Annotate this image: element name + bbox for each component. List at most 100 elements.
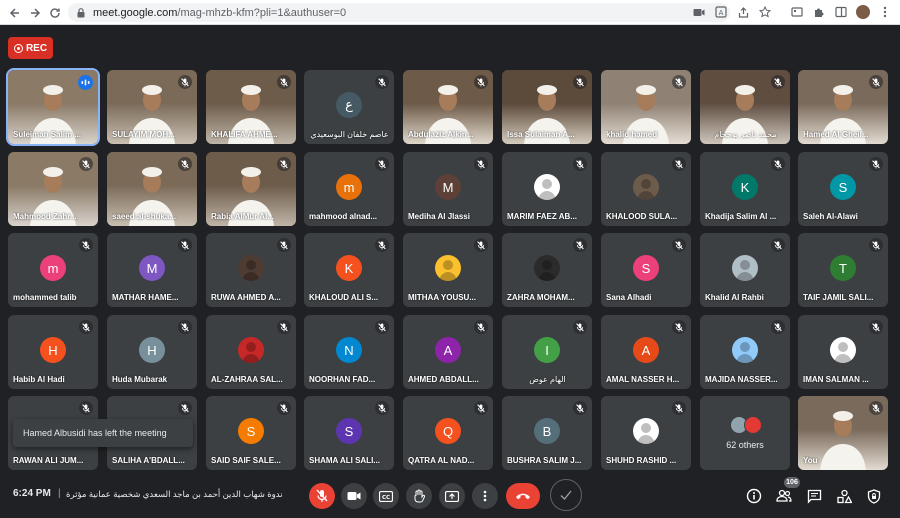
participant-avatar: N	[336, 337, 362, 363]
participant-avatar-photo	[238, 255, 264, 281]
people-button[interactable]	[774, 486, 794, 506]
participant-tile[interactable]: saeed al-shuka...	[107, 152, 197, 226]
participant-name: TAIF JAMIL SALI...	[803, 293, 874, 302]
extensions-icon[interactable]	[810, 3, 828, 21]
profile-avatar[interactable]	[854, 3, 872, 21]
participant-tile[interactable]: Khalid Al Rahbi	[700, 233, 790, 307]
participant-name: SULAYIM MOH...	[112, 130, 175, 139]
participant-tile[interactable]: MAJIDA NASSER...	[700, 315, 790, 389]
checkmark-button[interactable]	[550, 479, 582, 511]
participant-tile[interactable]: S Sana Alhadi	[601, 233, 691, 307]
participant-avatar: K	[336, 255, 362, 281]
participant-tile[interactable]: m mohammed talib	[8, 233, 98, 307]
muted-mic-icon	[178, 157, 192, 171]
share-icon[interactable]	[734, 3, 752, 21]
chat-button[interactable]	[804, 486, 824, 506]
participant-tile[interactable]: Hamed Al Gheil...	[798, 70, 888, 144]
participant-tile[interactable]: MITHAA YOUSU...	[403, 233, 493, 307]
participant-name: Huda Mubarak	[112, 375, 168, 384]
host-controls-button[interactable]	[864, 486, 884, 506]
microphone-toggle-button[interactable]	[309, 483, 335, 509]
participant-tile[interactable]: m mahmood alnad...	[304, 152, 394, 226]
participant-name: MAJIDA NASSER...	[705, 375, 778, 384]
participant-name: محمد ناصر بوحجام	[714, 130, 777, 139]
participant-avatar: S	[238, 418, 264, 444]
participant-name: BUSHRA SALIM J...	[507, 456, 582, 465]
split-view-icon[interactable]	[832, 3, 850, 21]
participant-tile[interactable]: M MATHAR HAME...	[107, 233, 197, 307]
muted-mic-icon	[375, 320, 389, 334]
people-icon	[776, 489, 792, 502]
camera-toggle-button[interactable]	[341, 483, 367, 509]
tab-search-icon[interactable]	[788, 3, 806, 21]
participant-tile[interactable]: Abdulaziz Alkin...	[403, 70, 493, 144]
participant-tile[interactable]: AL-ZAHRAA SAL...	[206, 315, 296, 389]
participant-tile[interactable]: 62 others	[700, 396, 790, 470]
participant-avatar-photo	[534, 255, 560, 281]
participant-tile[interactable]: S SHAMA ALI SALI...	[304, 396, 394, 470]
raise-hand-button[interactable]	[406, 483, 432, 509]
participant-tile[interactable]: محمد ناصر بوحجام	[700, 70, 790, 144]
participant-name: Sana Alhadi	[606, 293, 652, 302]
participant-tile[interactable]: N NOORHAN FAD...	[304, 315, 394, 389]
captions-button[interactable]: CC	[373, 483, 399, 509]
participant-tile[interactable]: S SAID SAIF SALE...	[206, 396, 296, 470]
participant-tile[interactable]: ع عاصم خلفان البوسعيدي	[304, 70, 394, 144]
participant-tile[interactable]: ZAHRA MOHAM...	[502, 233, 592, 307]
bookmark-star-icon[interactable]	[756, 3, 774, 21]
participant-tile[interactable]: S Saleh Al-Alawi	[798, 152, 888, 226]
participant-name: AL-ZAHRAA SAL...	[211, 375, 283, 384]
participant-tile[interactable]: Q QATRA AL NAD...	[403, 396, 493, 470]
muted-mic-icon	[869, 238, 883, 252]
participant-tile[interactable]: A AMAL NASSER H...	[601, 315, 691, 389]
more-options-button[interactable]	[472, 483, 498, 509]
muted-mic-icon	[869, 320, 883, 334]
participant-tile[interactable]: Rabia AlMur Al...	[206, 152, 296, 226]
participant-tile[interactable]: H Huda Mubarak	[107, 315, 197, 389]
participant-tile[interactable]: I الهام عوض	[502, 315, 592, 389]
participant-tile[interactable]: SHUHD RASHID ...	[601, 396, 691, 470]
participant-tile[interactable]: IMAN SALMAN ...	[798, 315, 888, 389]
leave-call-button[interactable]	[506, 483, 540, 509]
participant-tile[interactable]: You	[798, 396, 888, 470]
participant-tile[interactable]: KHALIFA AHME...	[206, 70, 296, 144]
forward-icon[interactable]	[24, 2, 46, 24]
present-screen-button[interactable]	[439, 483, 465, 509]
participant-name: KHALIFA AHME...	[211, 130, 278, 139]
participant-tile[interactable]: A AHMED ABDALL...	[403, 315, 493, 389]
participant-tile[interactable]: RUWA AHMED A...	[206, 233, 296, 307]
participant-tile[interactable]: T TAIF JAMIL SALI...	[798, 233, 888, 307]
participant-avatar-photo	[238, 337, 264, 363]
participant-name: mahmood alnad...	[309, 212, 378, 221]
participant-tile[interactable]: Mahmood Zahr...	[8, 152, 98, 226]
participant-name: Saleh Al-Alawi	[803, 212, 858, 221]
participant-tile[interactable]: K KHALOUD ALI S...	[304, 233, 394, 307]
back-icon[interactable]	[4, 2, 26, 24]
participant-tile[interactable]: K Khadija Salim Al ...	[700, 152, 790, 226]
others-count-label: 62 others	[726, 440, 764, 450]
participant-tile[interactable]: Issa Sulaiman A...	[502, 70, 592, 144]
camera-permission-icon[interactable]	[690, 3, 708, 21]
translate-icon[interactable]: A	[712, 3, 730, 21]
participant-name: عاصم خلفان البوسعيدي	[310, 130, 389, 139]
muted-mic-icon	[375, 157, 389, 171]
participant-tile[interactable]: M Mediha Al Jlassi	[403, 152, 493, 226]
address-bar[interactable]: meet.google.com/mag-mhzb-kfm?pli=1&authu…	[68, 3, 730, 22]
muted-mic-icon	[178, 401, 192, 415]
browser-menu-icon[interactable]	[876, 3, 894, 21]
participant-tile[interactable]: Suleiman Salim ...	[6, 68, 100, 146]
participant-avatar: I	[534, 337, 560, 363]
participant-tile[interactable]: SULAYIM MOH...	[107, 70, 197, 144]
participant-tile[interactable]: KHALOOD SULA...	[601, 152, 691, 226]
activities-button[interactable]	[834, 486, 854, 506]
participant-name: KHALOOD SULA...	[606, 212, 678, 221]
reload-icon[interactable]	[44, 2, 66, 24]
participant-name: QATRA AL NAD...	[408, 456, 475, 465]
participant-avatar: M	[435, 174, 461, 200]
meeting-details-button[interactable]	[744, 486, 764, 506]
participant-avatar: S	[830, 174, 856, 200]
participant-tile[interactable]: H Habib Al Hadi	[8, 315, 98, 389]
participant-tile[interactable]: khalid hamed	[601, 70, 691, 144]
participant-tile[interactable]: B BUSHRA SALIM J...	[502, 396, 592, 470]
participant-tile[interactable]: MARIM FAEZ AB...	[502, 152, 592, 226]
